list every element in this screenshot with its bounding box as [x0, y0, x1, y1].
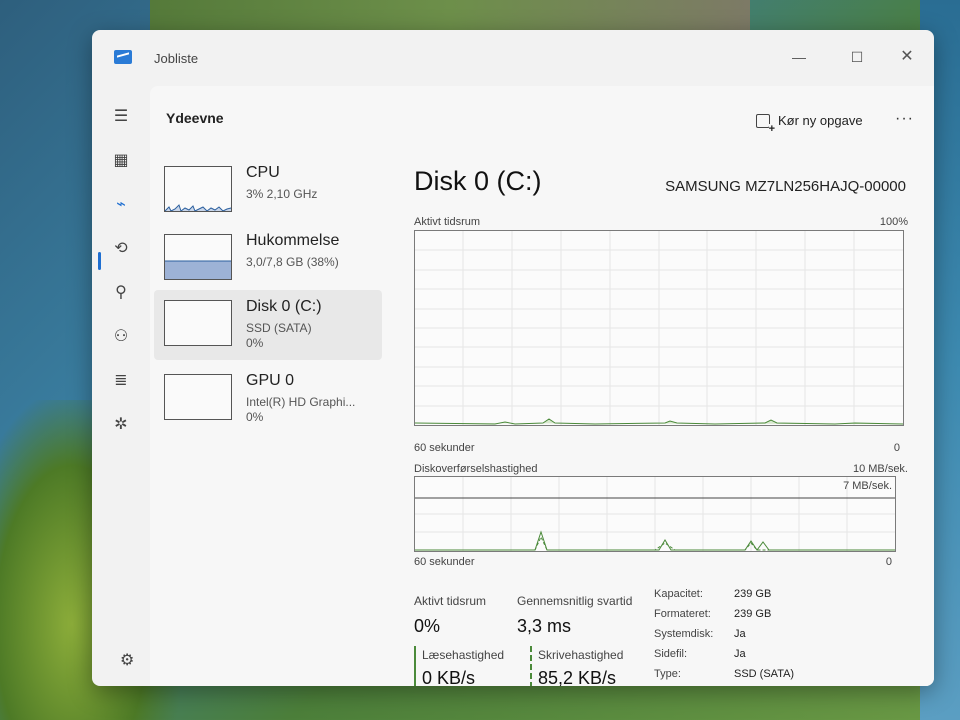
device-usage: 0%: [246, 336, 264, 350]
transfer-rate-x-left: 60 sekunder: [414, 556, 475, 568]
read-speed-stat-label: Læsehastighed: [422, 648, 505, 662]
device-item-cpu[interactable]: CPU 3% 2,10 GHz: [154, 156, 382, 226]
device-name: Disk 0 (C:): [246, 298, 322, 315]
hamburger-menu-icon[interactable]: ☰: [109, 104, 133, 128]
write-speed-stat-label: Skrivehastighed: [538, 648, 624, 662]
property-key: Sidefil:: [654, 648, 688, 660]
property-value: SSD (SATA): [734, 668, 795, 680]
services-icon[interactable]: ✲: [109, 412, 133, 436]
device-detail: 3,0/7,8 GB (38%): [246, 255, 339, 269]
property-value: Ja: [734, 648, 746, 660]
device-item-gpu-0[interactable]: GPU 0 Intel(R) HD Graphi... 0%: [154, 364, 382, 434]
read-speed-stat-value: 0 KB/s: [422, 668, 476, 686]
active-time-max-label: 100%: [879, 216, 908, 228]
transfer-rate-max-label: 10 MB/sek.: [852, 463, 908, 475]
app-history-icon[interactable]: ⟲: [109, 236, 133, 260]
settings-gear-icon[interactable]: ⚙: [120, 650, 134, 670]
details-icon[interactable]: ≣: [109, 368, 133, 392]
new-task-icon: [756, 113, 775, 134]
nav-selected-indicator: [98, 252, 101, 270]
response-time-stat-value: 3,3 ms: [517, 616, 572, 636]
task-manager-window: Jobliste — ☐ ✕ ☰ ▦ ⌁ ⟲ ⚲ ⚇ ≣ ✲ ⚙ Ydeevne…: [92, 30, 934, 686]
read-speed-legend-bar: [414, 646, 416, 686]
device-item-disk-0[interactable]: Disk 0 (C:) SSD (SATA) 0%: [154, 290, 382, 360]
navigation-sidebar: ☰ ▦ ⌁ ⟲ ⚲ ⚇ ≣ ✲ ⚙: [92, 86, 150, 686]
window-title: Jobliste: [154, 51, 199, 66]
device-name: CPU: [246, 164, 280, 181]
property-value: 239 GB: [734, 608, 772, 620]
device-item-memory[interactable]: Hukommelse 3,0/7,8 GB (38%): [154, 224, 382, 294]
startup-apps-icon[interactable]: ⚲: [109, 280, 133, 304]
task-manager-app-icon: [114, 50, 132, 64]
write-speed-legend-bar: [530, 646, 532, 686]
users-icon[interactable]: ⚇: [109, 324, 133, 348]
run-new-task-label: Kør ny opgave: [778, 113, 863, 128]
device-usage: 0%: [246, 410, 264, 424]
transfer-rate-graph: [414, 476, 896, 552]
disk-detail-panel: Disk 0 (C:) SAMSUNG MZ7LN256HAJQ-00000 A…: [412, 156, 912, 686]
performance-page: Ydeevne Kør ny opgave ··· CPU 3% 2,10 GH…: [150, 86, 934, 686]
transfer-rate-x-right: 0: [885, 556, 892, 568]
disk-model: SAMSUNG MZ7LN256HAJQ-00000: [665, 178, 906, 195]
property-key: Type:: [654, 668, 681, 680]
maximize-button[interactable]: ☐: [842, 46, 872, 68]
property-value: 239 GB: [734, 588, 772, 600]
active-time-stat-value: 0%: [414, 616, 441, 636]
property-key: Systemdisk:: [654, 628, 714, 640]
active-time-x-right: 0: [893, 442, 900, 454]
active-time-graph-label: Aktivt tidsrum: [414, 216, 481, 228]
cpu-thumbnail-graph: [164, 166, 232, 212]
more-options-button[interactable]: ···: [895, 110, 914, 128]
disk-thumbnail-graph: [164, 300, 232, 346]
device-name: GPU 0: [246, 372, 295, 389]
gpu-thumbnail-graph: [164, 374, 232, 420]
page-title: Ydeevne: [166, 110, 224, 126]
transfer-rate-graph-label: Diskoverførselshastighed: [414, 463, 538, 475]
minimize-button[interactable]: —: [784, 46, 814, 68]
performance-icon[interactable]: ⌁: [109, 192, 133, 216]
run-new-task-button[interactable]: Kør ny opgave: [756, 113, 863, 134]
write-speed-stat-value: 85,2 KB/s: [538, 668, 617, 686]
disk-title: Disk 0 (C:): [414, 166, 542, 196]
device-detail: SSD (SATA): [246, 321, 312, 335]
device-name: Hukommelse: [246, 232, 340, 249]
device-detail: Intel(R) HD Graphi...: [246, 395, 356, 409]
response-time-stat-label: Gennemsnitlig svartid: [517, 594, 633, 608]
title-bar[interactable]: Jobliste — ☐ ✕: [92, 30, 934, 86]
device-detail: 3% 2,10 GHz: [246, 187, 318, 201]
close-button[interactable]: ✕: [892, 46, 922, 68]
property-key: Formateret:: [654, 608, 711, 620]
property-value: Ja: [734, 628, 746, 640]
active-time-graph: [414, 230, 904, 426]
transfer-rate-ref-label: 7 MB/sek.: [843, 480, 892, 492]
disk-stats: Aktivt tidsrum 0% Gennemsnitlig svartid …: [414, 588, 910, 686]
active-time-x-left: 60 sekunder: [414, 442, 475, 454]
property-key: Kapacitet:: [654, 588, 703, 600]
memory-thumbnail-graph: [164, 234, 232, 280]
processes-icon[interactable]: ▦: [109, 148, 133, 172]
active-time-stat-label: Aktivt tidsrum: [414, 594, 487, 608]
